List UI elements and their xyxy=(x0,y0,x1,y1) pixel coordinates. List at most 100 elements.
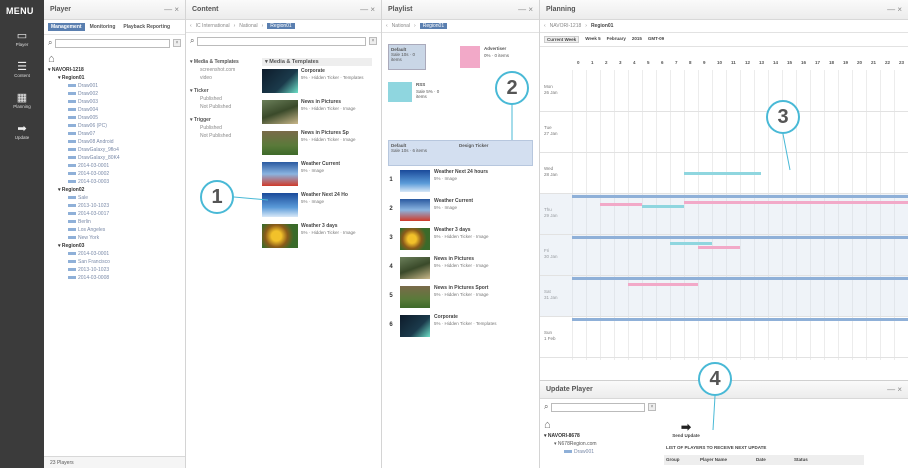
chevron-left-icon[interactable]: ‹ xyxy=(190,23,192,29)
tree-item[interactable]: video xyxy=(190,74,256,82)
breadcrumb-item[interactable]: National xyxy=(392,23,410,29)
tab-monitoring[interactable]: Monitoring xyxy=(87,23,119,31)
tree-item[interactable]: Published xyxy=(190,124,256,132)
schedule-bar[interactable] xyxy=(642,205,684,208)
menu-item-planning[interactable]: ▦ Planning xyxy=(0,92,44,109)
column-header[interactable]: Group xyxy=(664,455,698,465)
tree-folder[interactable]: ▾ Ticker xyxy=(190,87,256,95)
window-controls[interactable]: — × xyxy=(164,5,179,14)
send-update-button[interactable]: ➡ Send Update xyxy=(666,421,706,438)
week-select[interactable]: Week 5 xyxy=(585,36,600,43)
breadcrumb-item[interactable]: Region01 xyxy=(591,23,614,29)
tree-item[interactable]: 2014-03-0008 xyxy=(48,274,185,282)
window-controls[interactable]: — × xyxy=(360,5,375,14)
tree-item[interactable]: 2014-03-0001 xyxy=(48,250,185,258)
chevron-left-icon[interactable]: ‹ xyxy=(544,23,546,29)
window-controls[interactable]: — × xyxy=(518,5,533,14)
schedule-bar[interactable] xyxy=(628,283,698,286)
search-input[interactable] xyxy=(197,36,366,46)
tree-item[interactable]: Draw001 xyxy=(544,448,597,456)
playlist-item[interactable]: 4 News in Pictures 5% · Hidden Ticker · I… xyxy=(386,256,531,286)
playlist-item[interactable]: 3 Weather 3 days 5% · Hidden Ticker · Ima… xyxy=(386,227,531,257)
tree-item[interactable]: New York xyxy=(48,234,185,242)
tree-item[interactable]: Draw001 xyxy=(48,82,185,90)
chevron-left-icon[interactable]: ‹ xyxy=(386,23,388,29)
tree-item[interactable]: DrawGalaxy_80K4 xyxy=(48,154,185,162)
schedule-bar[interactable] xyxy=(572,318,908,321)
tree-item[interactable]: Draw07 xyxy=(48,130,185,138)
tree-item[interactable]: 2014-03-0001 xyxy=(48,162,185,170)
menu-item-content[interactable]: ☰ Content xyxy=(0,61,44,78)
playlist-item[interactable]: 5 News in Pictures Sport 5% · Hidden Tick… xyxy=(386,285,531,315)
current-week-button[interactable]: Current Week xyxy=(544,36,580,43)
tree-item[interactable]: Los Angeles xyxy=(48,226,185,234)
schedule-bar[interactable] xyxy=(572,195,908,198)
tree-item[interactable]: 2013-10-1023 xyxy=(48,202,185,210)
tree-region[interactable]: ▾ Region02 xyxy=(48,186,185,194)
column-header[interactable]: Player Name xyxy=(698,455,754,465)
home-icon[interactable]: ⌂ xyxy=(544,419,597,432)
media-item[interactable]: Weather Next 24 Ho 5% · Image xyxy=(262,192,372,223)
tree-item[interactable]: Draw06 (PC) xyxy=(48,122,185,130)
tree-region[interactable]: ▾ Region03 xyxy=(48,242,185,250)
breadcrumb-item[interactable]: NAVORI-1218 xyxy=(550,23,582,29)
clear-icon[interactable]: × xyxy=(648,403,656,411)
schedule-grid[interactable] xyxy=(540,70,908,360)
search-input[interactable] xyxy=(55,38,170,48)
tree-item[interactable]: Not Published xyxy=(190,132,256,140)
breadcrumb-item[interactable]: IC International xyxy=(196,23,230,29)
breadcrumb-current[interactable]: Region01 xyxy=(419,23,448,29)
playlist-item[interactable]: 6 Corporate 5% · Hidden Ticker · Template… xyxy=(386,314,531,344)
schedule-bar[interactable] xyxy=(698,246,740,249)
window-controls[interactable]: — × xyxy=(887,385,902,394)
tree-folder[interactable]: ▾ Media & Templates xyxy=(190,58,256,66)
tree-item[interactable]: Draw002 xyxy=(48,90,185,98)
tree-item[interactable]: 2014-03-0017 xyxy=(48,210,185,218)
playlist-slot[interactable]: Advertiser 0% · 0 items xyxy=(460,44,520,70)
year-select[interactable]: 2015 xyxy=(632,36,642,43)
playlist-slot[interactable]: Default Sale 10s · 0 items xyxy=(388,44,426,70)
media-item[interactable]: Weather Current 5% · Image xyxy=(262,161,372,192)
tree-item[interactable]: Draw08 Android xyxy=(48,138,185,146)
window-controls[interactable]: — × xyxy=(887,5,902,14)
breadcrumb-item[interactable]: National xyxy=(239,23,257,29)
clear-icon[interactable]: × xyxy=(173,39,181,47)
playlist-slot[interactable]: RSS Sale 5% · 0 items xyxy=(388,80,448,106)
menu-item-player[interactable]: ▭ Player xyxy=(0,30,44,47)
playlist-item[interactable]: 1 Weather Next 24 hours 5% · Image xyxy=(386,169,531,199)
schedule-bar[interactable] xyxy=(572,236,908,239)
schedule-bar[interactable] xyxy=(670,242,712,245)
tree-root[interactable]: ▾ NAVORI-8678 xyxy=(544,432,597,440)
column-header[interactable]: Date xyxy=(754,455,792,465)
tree-item[interactable]: Not Published xyxy=(190,103,256,111)
month-select[interactable]: February xyxy=(607,36,626,43)
tree-item[interactable]: screenshot.com xyxy=(190,66,256,74)
breadcrumb-current[interactable]: Region01 xyxy=(267,23,295,29)
media-item[interactable]: News in Pictures 5% · Hidden Ticker · Ima… xyxy=(262,99,372,130)
clear-icon[interactable]: × xyxy=(369,37,377,45)
tree-item[interactable]: Berlin xyxy=(48,218,185,226)
tab-playback-reporting[interactable]: Playback Reporting xyxy=(120,23,173,31)
tree-folder[interactable]: ▾ Trigger xyxy=(190,116,256,124)
timezone-select[interactable]: GMT-09 xyxy=(648,36,664,43)
tree-item[interactable]: Draw003 xyxy=(48,98,185,106)
tree-item[interactable]: Sale xyxy=(48,194,185,202)
tree-item[interactable]: 2013-10-1023 xyxy=(48,266,185,274)
tree-item[interactable]: 2014-03-0002 xyxy=(48,170,185,178)
tree-item[interactable]: 2014-03-0003 xyxy=(48,178,185,186)
tree-item[interactable]: Draw005 xyxy=(48,114,185,122)
tree-item[interactable]: Published xyxy=(190,95,256,103)
media-item[interactable]: Corporate 5% · Hidden Ticker · Templates xyxy=(262,68,372,99)
tree-item[interactable]: San Francisco xyxy=(48,258,185,266)
schedule-bar[interactable] xyxy=(684,172,761,175)
tree-item[interactable]: DrawGalaxy_9flo4 xyxy=(48,146,185,154)
schedule-bar[interactable] xyxy=(684,201,908,204)
media-item[interactable]: News in Pictures Sp 5% · Hidden Ticker · … xyxy=(262,130,372,161)
schedule-bar[interactable] xyxy=(600,203,642,206)
media-item[interactable]: Weather 3 days 5% · Hidden Ticker · Image xyxy=(262,223,372,254)
home-icon[interactable]: ⌂ xyxy=(48,53,185,66)
menu-item-update[interactable]: ➡ Update xyxy=(0,123,44,140)
tab-management[interactable]: Management xyxy=(48,23,85,31)
tree-item[interactable]: ▾ N678Region.com xyxy=(544,440,597,448)
tree-root[interactable]: ▾ NAVORI-1218 xyxy=(48,66,185,74)
